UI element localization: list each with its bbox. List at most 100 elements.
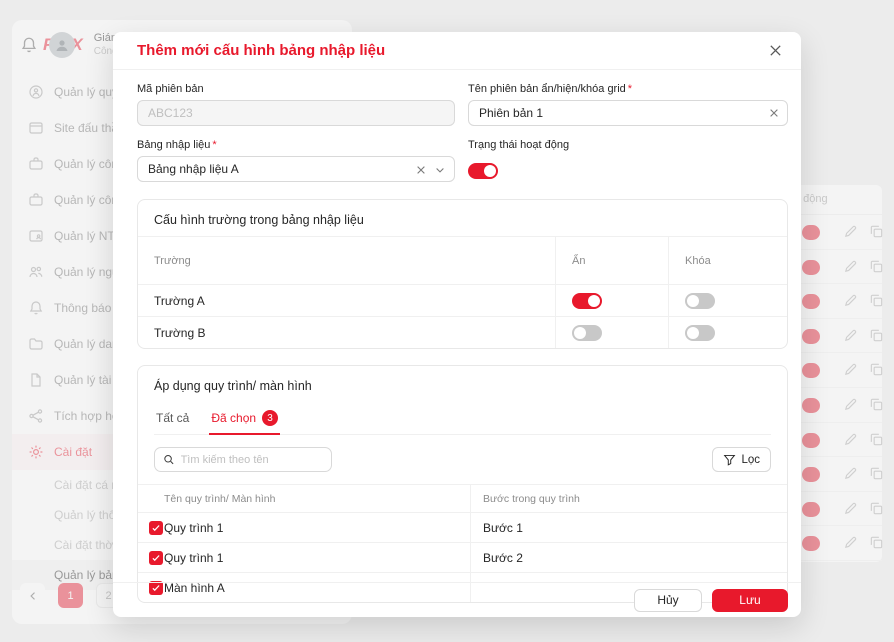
tab-da-chon[interactable]: Đã chọn 3 bbox=[211, 404, 278, 434]
status-toggle[interactable] bbox=[802, 329, 820, 344]
edit-icon[interactable] bbox=[843, 466, 858, 481]
status-toggle[interactable] bbox=[802, 260, 820, 275]
field-bang-nhap-lieu: Bảng nhập liệu* Bảng nhập liệu A bbox=[137, 139, 455, 182]
clear-icon[interactable] bbox=[415, 164, 427, 176]
copy-icon[interactable] bbox=[869, 328, 884, 343]
sidebar-item-label: Cài đặt bbox=[54, 445, 92, 459]
row-step: Bước 1 bbox=[470, 513, 787, 542]
field-label: Trạng thái hoạt động bbox=[468, 139, 788, 151]
search-box bbox=[154, 447, 332, 472]
field-name: Trường A bbox=[138, 294, 555, 308]
copy-icon[interactable] bbox=[869, 224, 884, 239]
copy-icon[interactable] bbox=[869, 397, 884, 412]
edit-icon[interactable] bbox=[843, 501, 858, 516]
section-cau-hinh-truong: Cấu hình trường trong bảng nhập liệu Trư… bbox=[137, 199, 788, 349]
modal-footer: Hủy Lưu bbox=[113, 582, 801, 617]
tab-tat-ca[interactable]: Tất cả bbox=[156, 404, 189, 434]
row-name: Quy trình 1 bbox=[164, 551, 470, 565]
status-toggle[interactable] bbox=[802, 225, 820, 240]
table-row: Trường A bbox=[138, 284, 787, 316]
field-label: Tên phiên bản ẩn/hiện/khóa grid bbox=[468, 83, 626, 95]
table-row: Trường B bbox=[138, 316, 787, 348]
status-toggle[interactable] bbox=[802, 467, 820, 482]
ma-phien-ban-input[interactable] bbox=[137, 100, 455, 126]
field-ma-phien-ban: Mã phiên bản bbox=[137, 83, 455, 126]
trang-thai-toggle[interactable] bbox=[468, 163, 498, 179]
row-step: Bước 2 bbox=[470, 543, 787, 572]
chevron-down-icon[interactable] bbox=[434, 164, 446, 176]
clear-icon[interactable] bbox=[768, 107, 780, 119]
field-label: Mã phiên bản bbox=[137, 83, 455, 95]
search-row: Lọc bbox=[154, 447, 771, 472]
column-header-khoa: Khóa bbox=[668, 237, 787, 284]
save-button[interactable]: Lưu bbox=[712, 589, 788, 612]
edit-icon[interactable] bbox=[843, 293, 858, 308]
row-checkbox-checked[interactable] bbox=[149, 551, 163, 565]
folder-icon bbox=[28, 336, 44, 352]
filter-button[interactable]: Lọc bbox=[712, 447, 771, 472]
check-icon bbox=[151, 553, 161, 563]
bang-nhap-lieu-select[interactable]: Bảng nhập liệu A bbox=[137, 156, 455, 182]
process-icon bbox=[28, 84, 44, 100]
ten-phien-ban-input[interactable] bbox=[468, 100, 788, 126]
table-header-row: Tên quy trình/ Màn hình Bước trong quy t… bbox=[138, 485, 787, 512]
edit-icon[interactable] bbox=[843, 259, 858, 274]
copy-icon[interactable] bbox=[869, 362, 884, 377]
column-header-an: Ẩn bbox=[555, 237, 668, 284]
briefcase-icon bbox=[28, 192, 44, 208]
users-icon bbox=[28, 264, 44, 280]
section-ap-dung-quy-trinh: Áp dụng quy trình/ màn hình Tất cả Đã ch… bbox=[137, 365, 788, 603]
row-checkbox-checked[interactable] bbox=[149, 521, 163, 535]
notification-bell-icon[interactable] bbox=[20, 36, 38, 54]
copy-icon[interactable] bbox=[869, 535, 884, 550]
search-input[interactable] bbox=[181, 454, 323, 466]
copy-icon[interactable] bbox=[869, 501, 884, 516]
integration-icon bbox=[28, 408, 44, 424]
cancel-button[interactable]: Hủy bbox=[634, 589, 702, 612]
row-name: Quy trình 1 bbox=[164, 521, 470, 535]
chevron-left-icon bbox=[27, 590, 39, 602]
column-header-ten-quy-trinh: Tên quy trình/ Màn hình bbox=[164, 493, 470, 505]
field-ten-phien-ban: Tên phiên bản ẩn/hiện/khóa grid* bbox=[468, 83, 788, 126]
status-toggle[interactable] bbox=[802, 433, 820, 448]
edit-icon[interactable] bbox=[843, 397, 858, 412]
funnel-icon bbox=[723, 453, 736, 466]
edit-icon[interactable] bbox=[843, 432, 858, 447]
copy-icon[interactable] bbox=[869, 293, 884, 308]
copy-icon[interactable] bbox=[869, 432, 884, 447]
field-config-table: Trường Ẩn Khóa Trường A Trường B bbox=[138, 236, 787, 348]
section-title: Cấu hình trường trong bảng nhập liệu bbox=[138, 200, 787, 236]
document-icon bbox=[28, 372, 44, 388]
status-toggle[interactable] bbox=[802, 502, 820, 517]
locked-toggle[interactable] bbox=[685, 293, 715, 309]
hidden-toggle[interactable] bbox=[572, 293, 602, 309]
site-icon bbox=[28, 120, 44, 136]
selected-count-badge: 3 bbox=[262, 410, 278, 426]
hidden-toggle[interactable] bbox=[572, 325, 602, 341]
status-toggle[interactable] bbox=[802, 398, 820, 413]
status-toggle[interactable] bbox=[802, 363, 820, 378]
check-icon bbox=[151, 523, 161, 533]
field-name: Trường B bbox=[138, 326, 555, 340]
edit-icon[interactable] bbox=[843, 224, 858, 239]
bell-icon bbox=[28, 300, 44, 316]
copy-icon[interactable] bbox=[869, 259, 884, 274]
partner-icon bbox=[28, 228, 44, 244]
status-toggle[interactable] bbox=[802, 294, 820, 309]
modal-header: Thêm mới cấu hình bảng nhập liệu bbox=[113, 32, 801, 70]
edit-icon[interactable] bbox=[843, 535, 858, 550]
table-row: Quy trình 1 Bước 1 bbox=[138, 512, 787, 542]
field-trang-thai: Trạng thái hoạt động bbox=[468, 139, 788, 182]
edit-icon[interactable] bbox=[843, 328, 858, 343]
briefcase-icon bbox=[28, 156, 44, 172]
edit-icon[interactable] bbox=[843, 362, 858, 377]
locked-toggle[interactable] bbox=[685, 325, 715, 341]
pagination-prev-button[interactable] bbox=[20, 583, 45, 608]
column-header-buoc: Bước trong quy trình bbox=[470, 485, 787, 512]
sidebar-item-label: Thông báo bbox=[54, 301, 111, 315]
close-icon[interactable] bbox=[768, 43, 783, 58]
status-toggle[interactable] bbox=[802, 536, 820, 551]
copy-icon[interactable] bbox=[869, 466, 884, 481]
app-logo: F X bbox=[43, 32, 83, 58]
pagination-page-1[interactable]: 1 bbox=[58, 583, 83, 608]
